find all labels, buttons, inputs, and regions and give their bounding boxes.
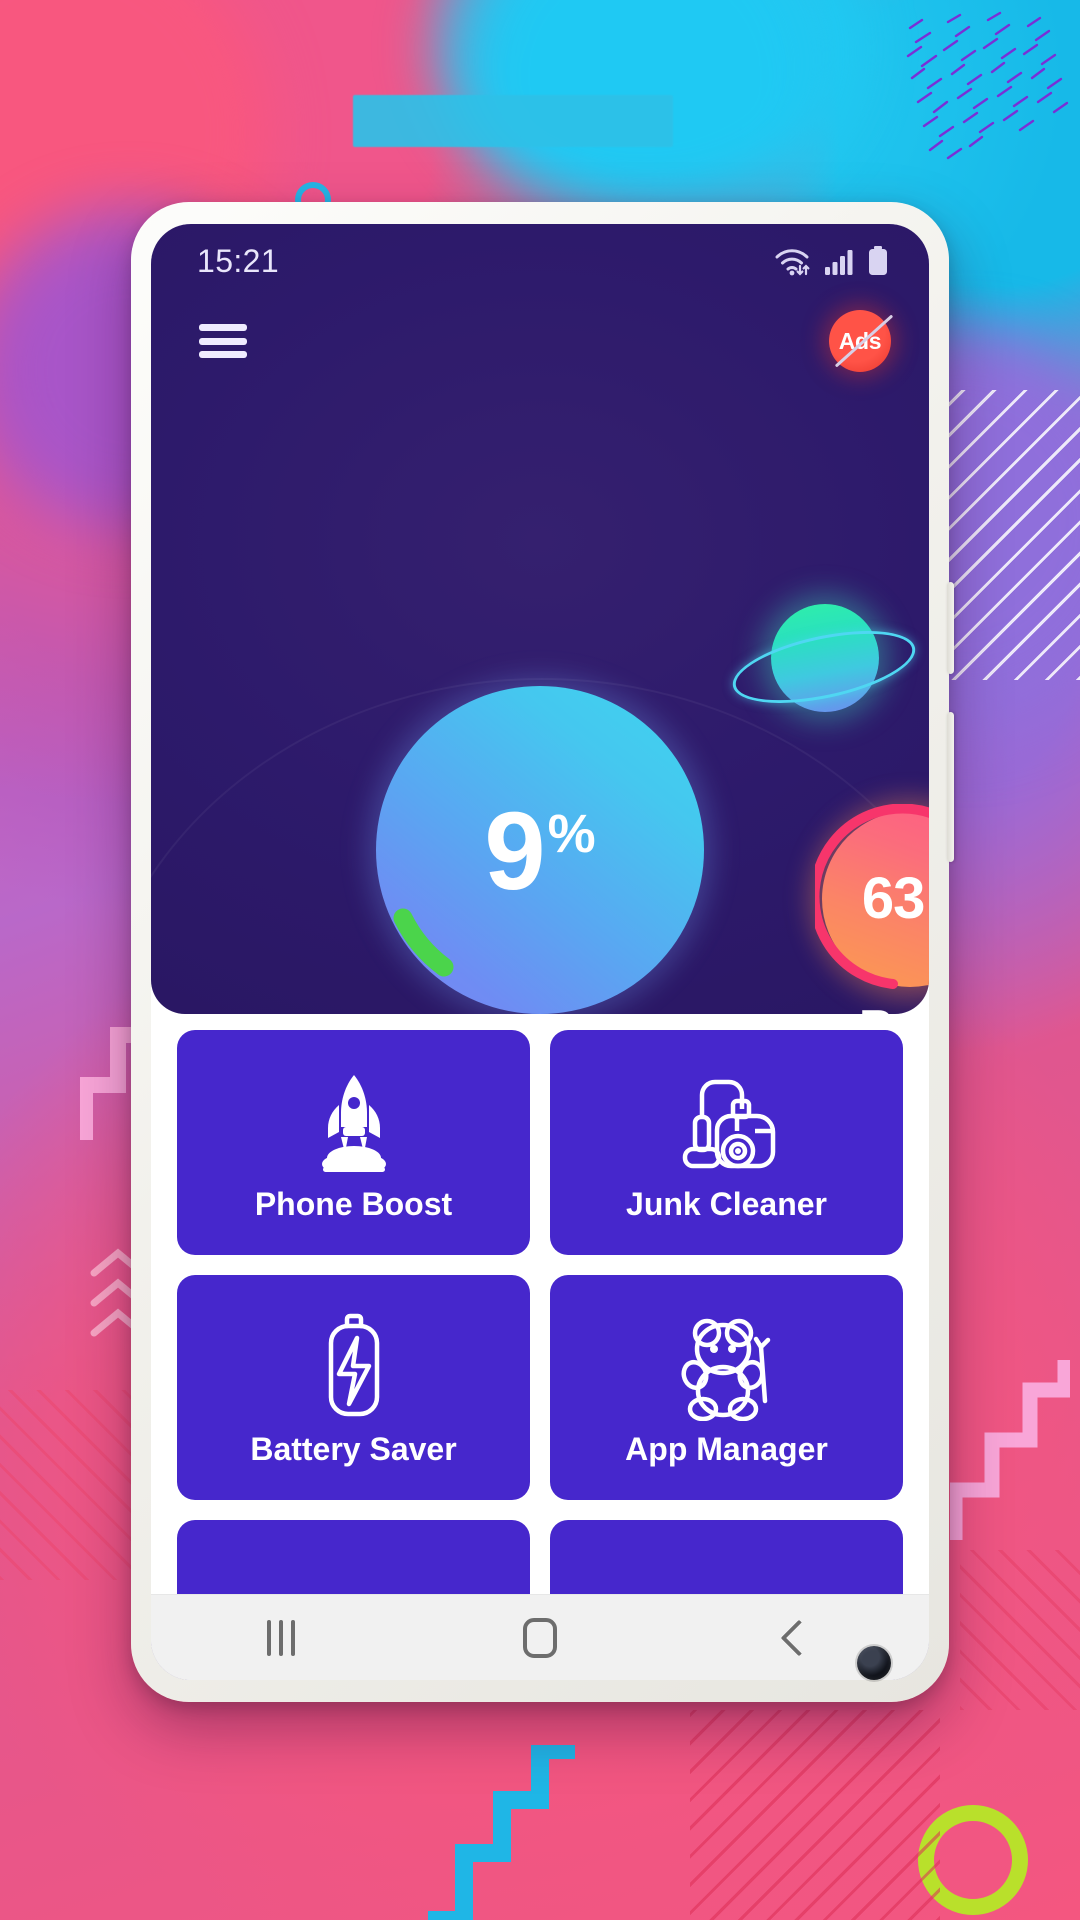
decor-hatch-bottom-right	[690, 1710, 940, 1920]
ram-gauge[interactable]: 63 %	[799, 788, 929, 1010]
decor-teal-bar	[353, 95, 673, 147]
tile-extra-left[interactable]	[177, 1520, 530, 1594]
decor-scribble-icon	[906, 11, 1069, 160]
tile-label: Battery Saver	[250, 1431, 457, 1467]
front-camera	[857, 1646, 891, 1680]
status-icon-group	[773, 246, 889, 276]
storage-gauge[interactable]: 9 %	[358, 668, 722, 1014]
tile-battery-saver[interactable]: Battery Saver	[177, 1275, 530, 1500]
battery-icon	[869, 246, 887, 275]
hamburger-menu-icon[interactable]	[199, 324, 247, 358]
feature-tile-grid: Phone Boost Junk Cleaner Battery Saver A…	[151, 1014, 929, 1594]
home-icon[interactable]	[480, 1608, 600, 1668]
hero-panel: 15:21 Ads 9 % 63	[151, 224, 929, 1014]
phone-screen-container: 15:21 Ads 9 % 63 Phone Boost Junk Cleane…	[151, 224, 929, 1680]
recents-icon[interactable]	[221, 1608, 341, 1668]
ram-label: Ram	[815, 999, 929, 1014]
status-bar: 15:21	[151, 224, 929, 298]
decor-stair-blue	[428, 1745, 575, 1920]
ram-progress-arc	[815, 804, 929, 989]
tile-label: Junk Cleaner	[626, 1186, 827, 1222]
app-top-bar: Ads	[151, 298, 929, 384]
vacuum-cleaner-icon	[675, 1062, 779, 1182]
decor-hatch-bottom-left	[0, 1390, 135, 1580]
signal-icon	[825, 250, 853, 275]
tile-label: Phone Boost	[254, 1186, 453, 1222]
status-clock: 15:21	[197, 242, 280, 279]
storage-progress-arc	[393, 908, 454, 977]
remove-ads-button[interactable]: Ads	[829, 310, 894, 372]
battery-bolt-icon	[317, 1307, 391, 1427]
tile-app-manager[interactable]: App Manager	[550, 1275, 903, 1500]
tile-extra-right[interactable]	[550, 1520, 903, 1594]
decor-hatch-right-mid	[960, 1550, 1080, 1710]
tile-label: App Manager	[625, 1431, 828, 1467]
app-screen: 15:21 Ads 9 % 63 Phone Boost Junk Cleane…	[151, 224, 929, 1680]
decor-stair-pink-right	[950, 1360, 1070, 1540]
back-icon[interactable]	[739, 1608, 859, 1668]
volume-button[interactable]	[947, 582, 954, 674]
wifi-icon	[775, 249, 810, 276]
planet-icon	[726, 596, 922, 722]
system-navigation-bar	[151, 1594, 929, 1680]
teddy-bear-icon	[677, 1307, 777, 1427]
tile-junk-cleaner[interactable]: Junk Cleaner	[550, 1030, 903, 1255]
phone-device-frame: 15:21 Ads 9 % 63 Phone Boost Junk Cleane…	[131, 202, 954, 1702]
rocket-icon	[306, 1062, 402, 1182]
power-button[interactable]	[947, 712, 954, 862]
tile-phone-boost[interactable]: Phone Boost	[177, 1030, 530, 1255]
